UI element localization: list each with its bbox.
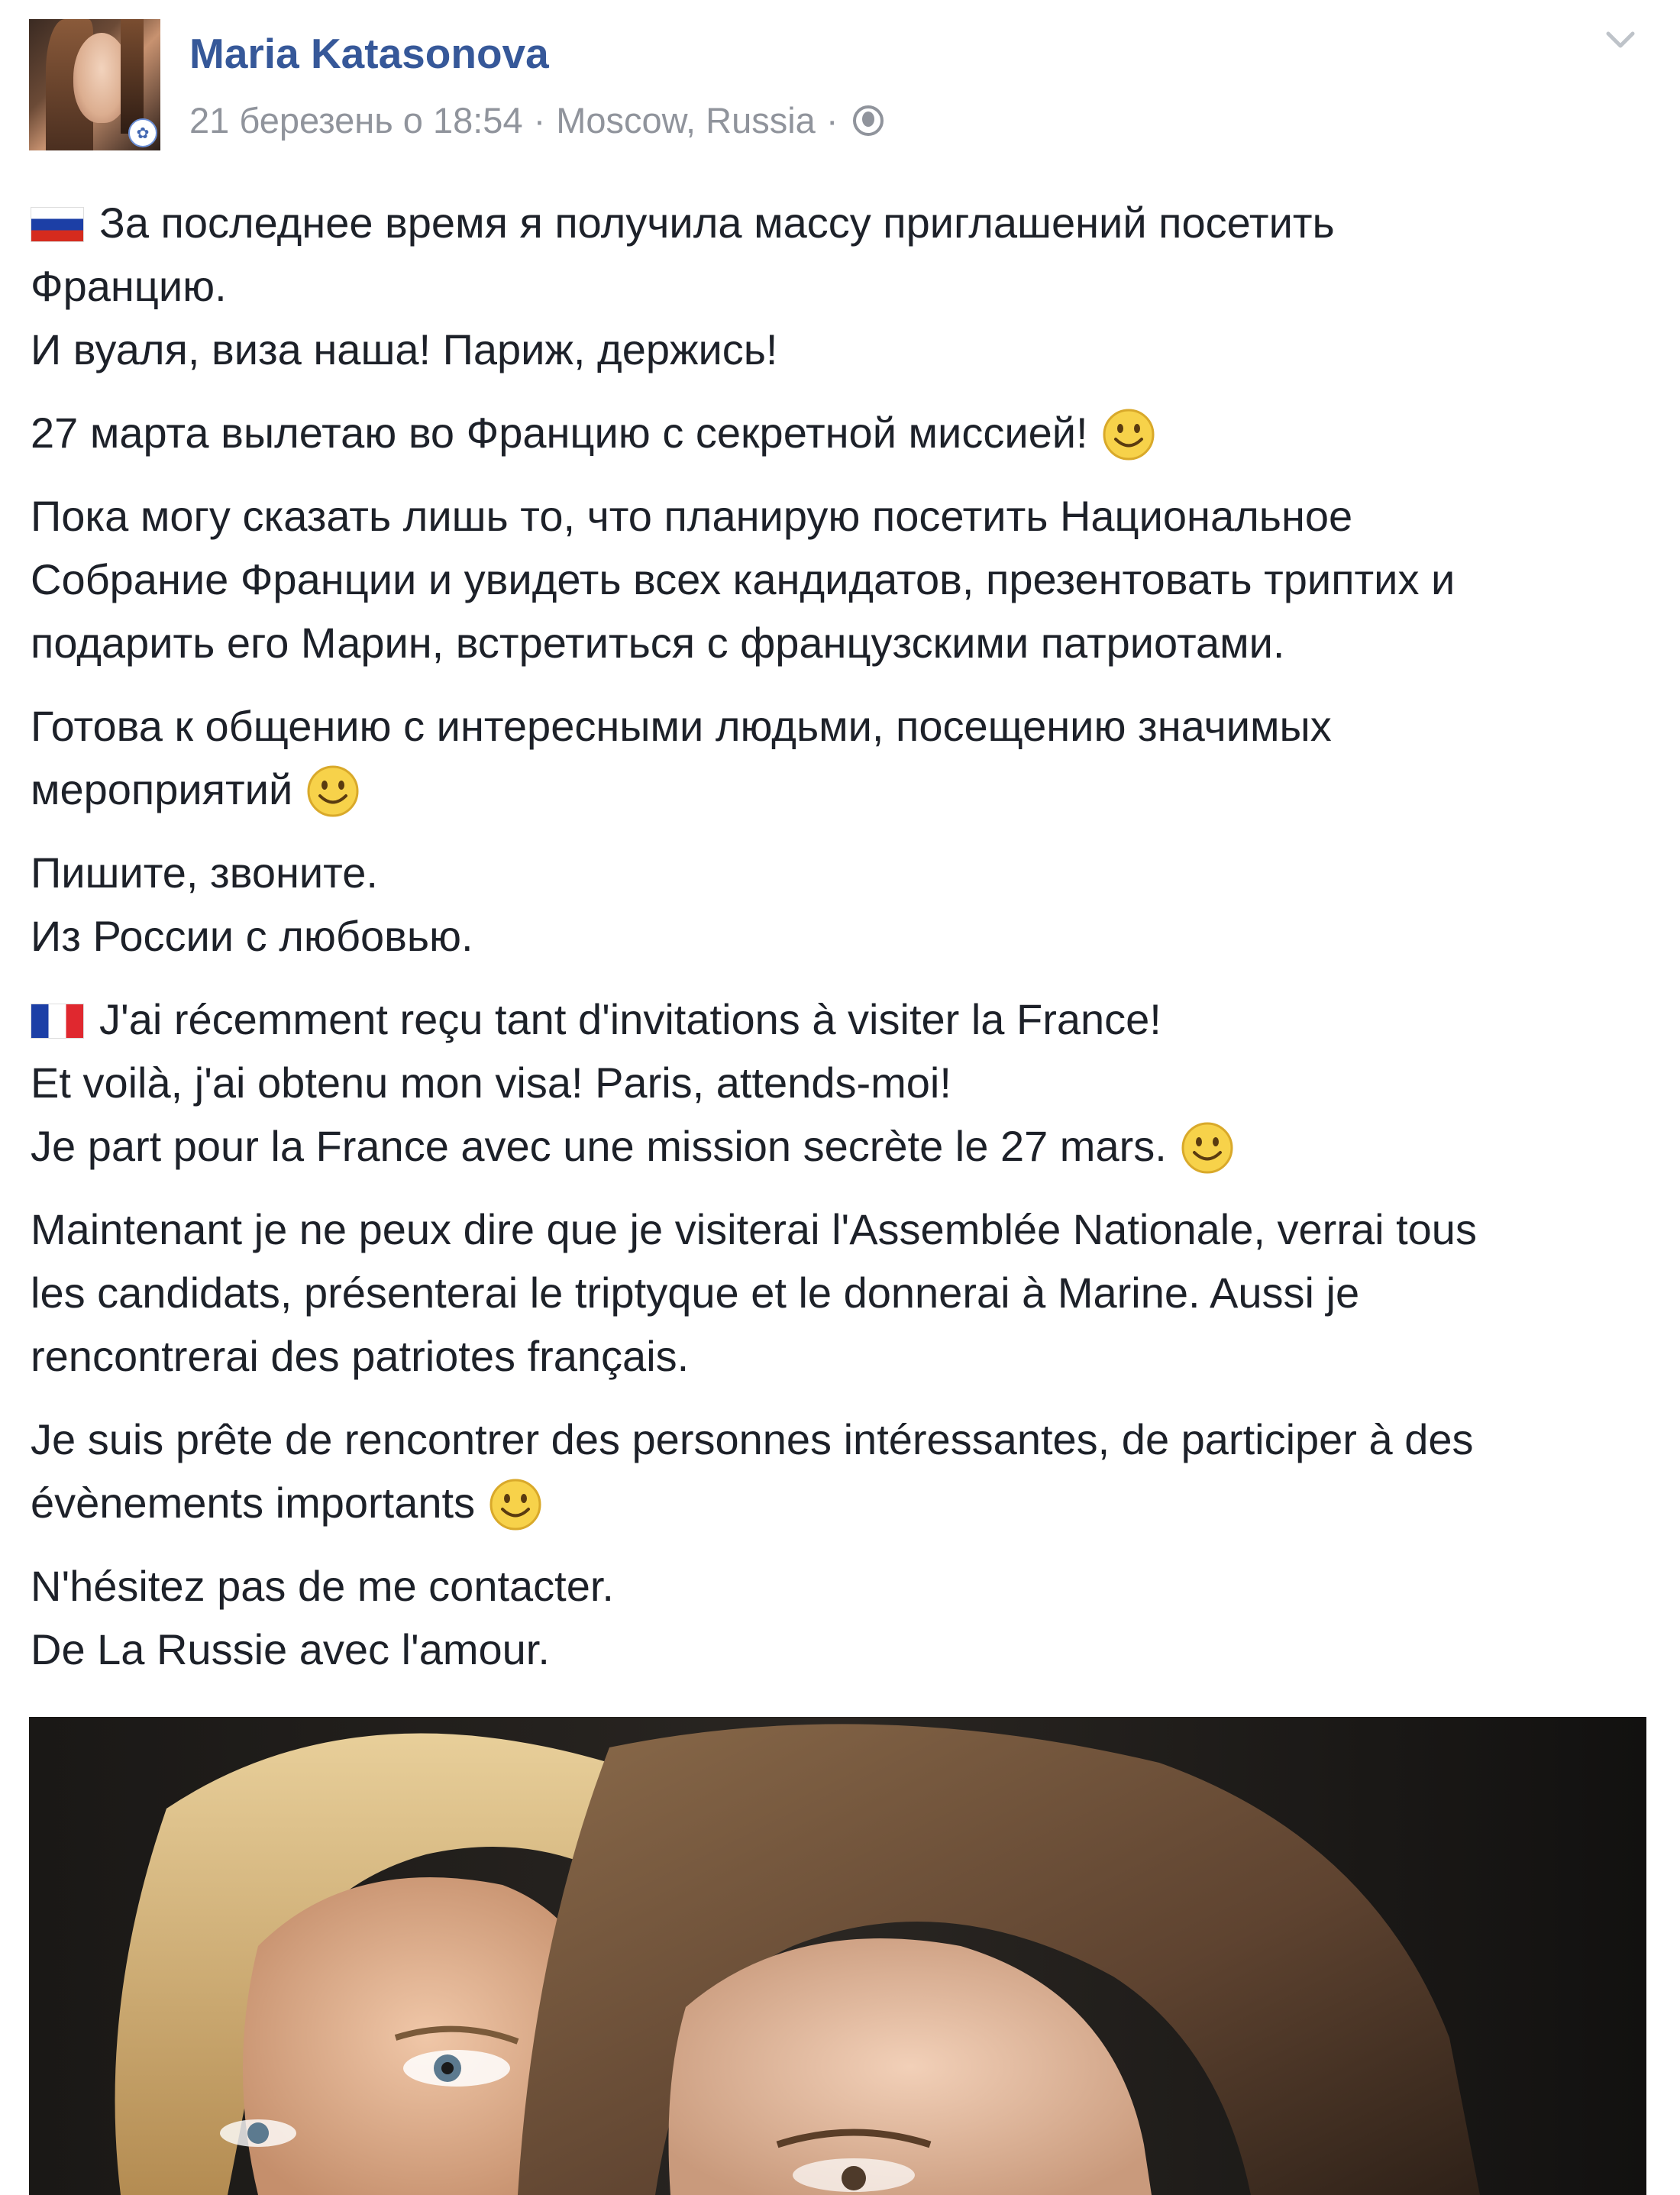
russia-flag-icon bbox=[31, 207, 84, 242]
text-line: Готова к общению с интересными людьми, п… bbox=[31, 702, 1332, 750]
post-timestamp-link[interactable]: 21 березень о 18:54 bbox=[189, 99, 523, 141]
text-line: De La Russie avec l'amour. bbox=[31, 1625, 550, 1673]
post-location-link[interactable]: Moscow, Russia bbox=[556, 99, 816, 141]
smiley-icon bbox=[1102, 408, 1155, 461]
text-line: Maintenant je ne peux dire que je visite… bbox=[31, 1205, 1477, 1253]
post-photo[interactable] bbox=[29, 1717, 1646, 2195]
text-line: Пишите, звоните. bbox=[31, 849, 378, 897]
post-meta: 21 березень о 18:54 · Moscow, Russia · bbox=[189, 99, 884, 141]
author-name-link[interactable]: Maria Katasonova bbox=[189, 29, 549, 78]
text-line: rencontrerai des patriotes français. bbox=[31, 1332, 690, 1380]
text-line: подарить его Марин, встретиться с францу… bbox=[31, 619, 1285, 667]
paragraph: J'ai récemment reçu tant d'invitations à… bbox=[31, 988, 1649, 1178]
paragraph: N'hésitez pas de me contacter. De La Rus… bbox=[31, 1554, 1649, 1681]
globe-icon[interactable] bbox=[853, 105, 884, 136]
paragraph: Maintenant je ne peux dire que je visite… bbox=[31, 1198, 1649, 1388]
text-line: Францию. bbox=[31, 262, 227, 310]
flower-icon: ✿ bbox=[128, 118, 157, 147]
text-line: les candidats, présenterai le triptyque … bbox=[31, 1269, 1360, 1317]
text-line: Je part pour la France avec une mission … bbox=[31, 1122, 1167, 1170]
author-avatar[interactable]: ✿ bbox=[29, 19, 160, 150]
text-line: 27 марта вылетаю во Францию с секретной … bbox=[31, 409, 1088, 457]
chevron-down-icon[interactable] bbox=[1604, 23, 1637, 57]
paragraph: Je suis prête de rencontrer des personne… bbox=[31, 1408, 1649, 1534]
text-line: Et voilà, j'ai obtenu mon visa! Paris, a… bbox=[31, 1059, 951, 1107]
text-line: И вуаля, виза наша! Париж, держись! bbox=[31, 325, 778, 373]
paragraph: За последнее время я получила массу приг… bbox=[31, 191, 1649, 381]
france-flag-icon bbox=[31, 1004, 84, 1039]
text-line: Пока могу сказать лишь то, что планирую … bbox=[31, 492, 1353, 540]
text-line: Je suis prête de rencontrer des personne… bbox=[31, 1415, 1474, 1463]
paragraph: Готова к общению с интересными людьми, п… bbox=[31, 694, 1649, 821]
text-line: мероприятий bbox=[31, 765, 293, 813]
meta-separator: · bbox=[825, 100, 838, 141]
paragraph: 27 марта вылетаю во Францию с секретной … bbox=[31, 401, 1649, 464]
paragraph: Пишите, звоните. Из России с любовью. bbox=[31, 841, 1649, 968]
text-line: Из России с любовью. bbox=[31, 912, 473, 960]
text-line: Собрание Франции и увидеть всех кандидат… bbox=[31, 555, 1455, 603]
photo-illustration bbox=[29, 1717, 1646, 2195]
facebook-post: ✿ Maria Katasonova 21 березень о 18:54 ·… bbox=[0, 0, 1680, 2195]
smiley-icon bbox=[1181, 1121, 1234, 1175]
meta-separator: · bbox=[533, 100, 546, 141]
avatar-hair-right bbox=[121, 19, 144, 134]
paragraph: Пока могу сказать лишь то, что планирую … bbox=[31, 484, 1649, 674]
text-line: évènements importants bbox=[31, 1479, 476, 1527]
smiley-icon bbox=[306, 765, 360, 818]
text-line: За последнее время я получила массу приг… bbox=[99, 199, 1335, 247]
smiley-icon bbox=[489, 1478, 542, 1531]
post-body: За последнее время я получила массу приг… bbox=[31, 191, 1649, 1701]
text-line: J'ai récemment reçu tant d'invitations à… bbox=[99, 995, 1161, 1043]
text-line: N'hésitez pas de me contacter. bbox=[31, 1562, 614, 1610]
